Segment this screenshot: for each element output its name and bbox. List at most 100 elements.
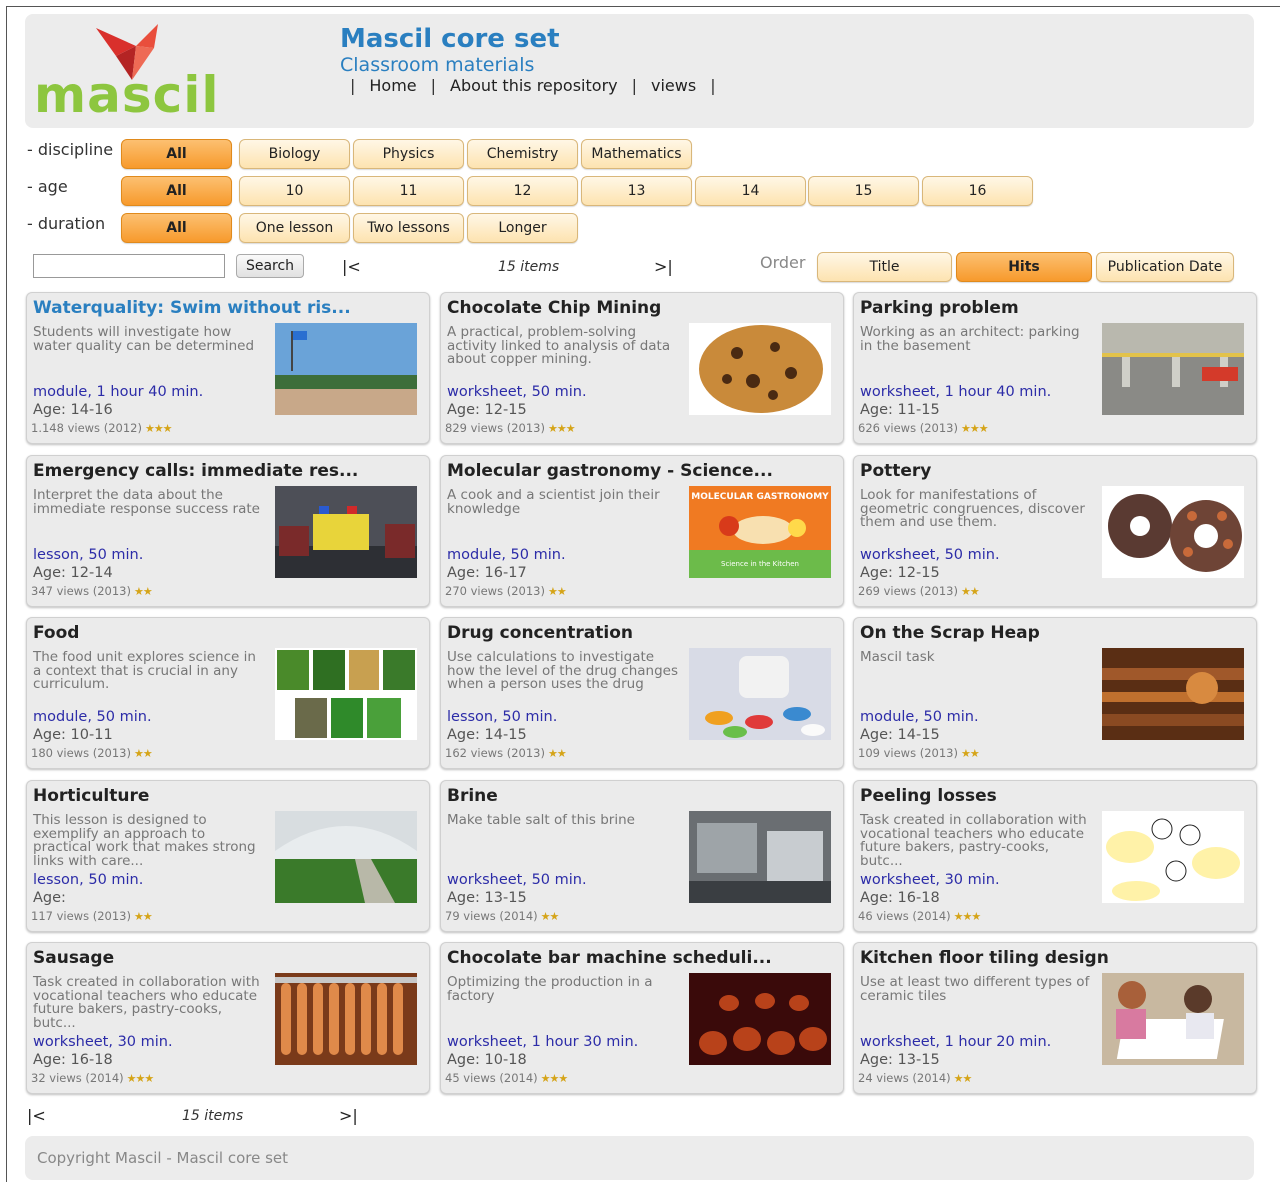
card-thumbnail[interactable] [1102,323,1244,415]
card-type-duration[interactable]: lesson, 50 min. [447,708,557,726]
age-10-button[interactable]: 10 [239,176,350,206]
rating-stars-icon: ★★ [540,910,560,923]
card-type-duration[interactable]: worksheet, 50 min. [447,871,587,889]
card-thumbnail[interactable] [275,811,417,903]
nav-home-link[interactable]: Home [369,76,416,96]
card-title[interactable]: Brine [447,785,839,807]
card-thumbnail[interactable] [689,323,831,415]
card-age: Age: 16-17 [447,565,527,581]
resource-card[interactable]: Brine Make table salt of this brine worksh… [440,780,844,932]
resource-card[interactable]: Sausage Task created in collaboration wit… [26,942,430,1094]
mascil-logo[interactable]: mascil [34,22,234,122]
card-title[interactable]: Molecular gastronomy - Science... [447,460,839,482]
resource-card[interactable]: Molecular gastronomy - Science... A cook … [440,455,844,607]
card-thumbnail[interactable] [1102,973,1244,1065]
card-thumbnail[interactable] [1102,486,1244,578]
resource-card[interactable]: On the Scrap Heap Mascil task module, 50 m… [853,617,1257,769]
card-thumbnail[interactable] [275,973,417,1065]
card-type-duration[interactable]: module, 50 min. [447,546,566,564]
resource-card[interactable]: Chocolate bar machine scheduli... Optimiz… [440,942,844,1094]
discipline-all-button[interactable]: All [121,139,232,169]
card-thumbnail[interactable]: MOLECULAR GASTRONOMY Science in the Kitch… [689,486,831,578]
rating-stars-icon: ★★ [133,747,153,760]
card-thumbnail[interactable] [689,811,831,903]
card-title[interactable]: Emergency calls: immediate res... [33,460,425,482]
age-13-button[interactable]: 13 [581,176,692,206]
card-type-duration[interactable]: module, 50 min. [33,708,152,726]
discipline-physics-button[interactable]: Physics [353,139,464,169]
card-thumbnail[interactable] [275,486,417,578]
card-type-duration[interactable]: worksheet, 30 min. [33,1033,173,1051]
card-title[interactable]: Waterquality: Swim without ris... [33,297,425,319]
card-type-duration[interactable]: worksheet, 1 hour 20 min. [860,1033,1051,1051]
card-title[interactable]: Drug concentration [447,622,839,644]
resource-card[interactable]: Kitchen floor tiling design Use at least … [853,942,1257,1094]
card-title[interactable]: Pottery [860,460,1252,482]
card-type-duration[interactable]: module, 1 hour 40 min. [33,383,203,401]
views-count: 46 views (2014) [858,909,951,923]
order-title-button[interactable]: Title [817,252,952,282]
rating-stars-icon: ★★ [960,585,980,598]
card-type-duration[interactable]: lesson, 50 min. [33,871,143,889]
card-type-duration[interactable]: worksheet, 50 min. [860,546,1000,564]
discipline-chemistry-button[interactable]: Chemistry [467,139,578,169]
card-thumbnail[interactable] [1102,648,1244,740]
order-hits-button[interactable]: Hits [956,252,1092,282]
card-thumbnail[interactable] [275,648,417,740]
nav-about-link[interactable]: About this repository [450,76,618,96]
card-title[interactable]: Sausage [33,947,425,969]
resource-card[interactable]: Drug concentration Use calculations to in… [440,617,844,769]
pager-last-button[interactable]: >| [654,257,673,277]
discipline-filter-label: - discipline [27,140,114,159]
age-15-button[interactable]: 15 [808,176,919,206]
order-publication-date-button[interactable]: Publication Date [1096,252,1234,282]
resource-card[interactable]: Horticulture This lesson is designed to e… [26,780,430,932]
card-title[interactable]: Chocolate Chip Mining [447,297,839,319]
age-14-button[interactable]: 14 [695,176,806,206]
discipline-mathematics-button[interactable]: Mathematics [581,139,692,169]
resource-card[interactable]: Pottery Look for manifestations of geomet… [853,455,1257,607]
age-16-button[interactable]: 16 [922,176,1033,206]
rating-stars-icon: ★★★ [144,422,173,435]
nav-views-link[interactable]: views [651,76,696,96]
resource-card[interactable]: Chocolate Chip Mining A practical, proble… [440,292,844,444]
card-type-duration[interactable]: worksheet, 1 hour 30 min. [447,1033,638,1051]
bottom-pager-first-button[interactable]: |< [27,1106,46,1126]
card-title[interactable]: On the Scrap Heap [860,622,1252,644]
age-all-button[interactable]: All [121,176,232,206]
card-type-duration[interactable]: worksheet, 50 min. [447,383,587,401]
views-count: 626 views (2013) [858,421,958,435]
card-title[interactable]: Kitchen floor tiling design [860,947,1252,969]
card-thumbnail[interactable] [275,323,417,415]
duration-longer-button[interactable]: Longer [467,213,578,243]
resource-card[interactable]: Food The food unit explores science in a … [26,617,430,769]
card-thumbnail[interactable] [689,648,831,740]
bottom-pager-last-button[interactable]: >| [339,1106,358,1126]
card-type-duration[interactable]: worksheet, 30 min. [860,871,1000,889]
pager-first-button[interactable]: |< [342,257,361,277]
resource-card[interactable]: Waterquality: Swim without ris... Student… [26,292,430,444]
card-title[interactable]: Peeling losses [860,785,1252,807]
resource-card[interactable]: Emergency calls: immediate res... Interpr… [26,455,430,607]
card-title[interactable]: Food [33,622,425,644]
age-12-button[interactable]: 12 [467,176,578,206]
card-thumbnail[interactable] [689,973,831,1065]
card-type-duration[interactable]: module, 50 min. [860,708,979,726]
card-title[interactable]: Parking problem [860,297,1252,319]
card-type-duration[interactable]: worksheet, 1 hour 40 min. [860,383,1051,401]
resource-card[interactable]: Peeling losses Task created in collaborat… [853,780,1257,932]
card-thumbnail[interactable] [1102,811,1244,903]
duration-two-lessons-button[interactable]: Two lessons [353,213,464,243]
resource-card[interactable]: Parking problem Working as an architect: … [853,292,1257,444]
card-title[interactable]: Chocolate bar machine scheduli... [447,947,839,969]
card-title[interactable]: Horticulture [33,785,425,807]
card-type-duration[interactable]: lesson, 50 min. [33,546,143,564]
duration-all-button[interactable]: All [121,213,232,243]
search-button[interactable]: Search [236,254,304,278]
search-input[interactable] [33,254,225,278]
duration-one-lesson-button[interactable]: One lesson [239,213,350,243]
discipline-biology-button[interactable]: Biology [239,139,350,169]
age-11-button[interactable]: 11 [353,176,464,206]
card-views: 180 views (2013) ★★ [31,746,153,761]
site-title[interactable]: Mascil core set [340,24,560,54]
